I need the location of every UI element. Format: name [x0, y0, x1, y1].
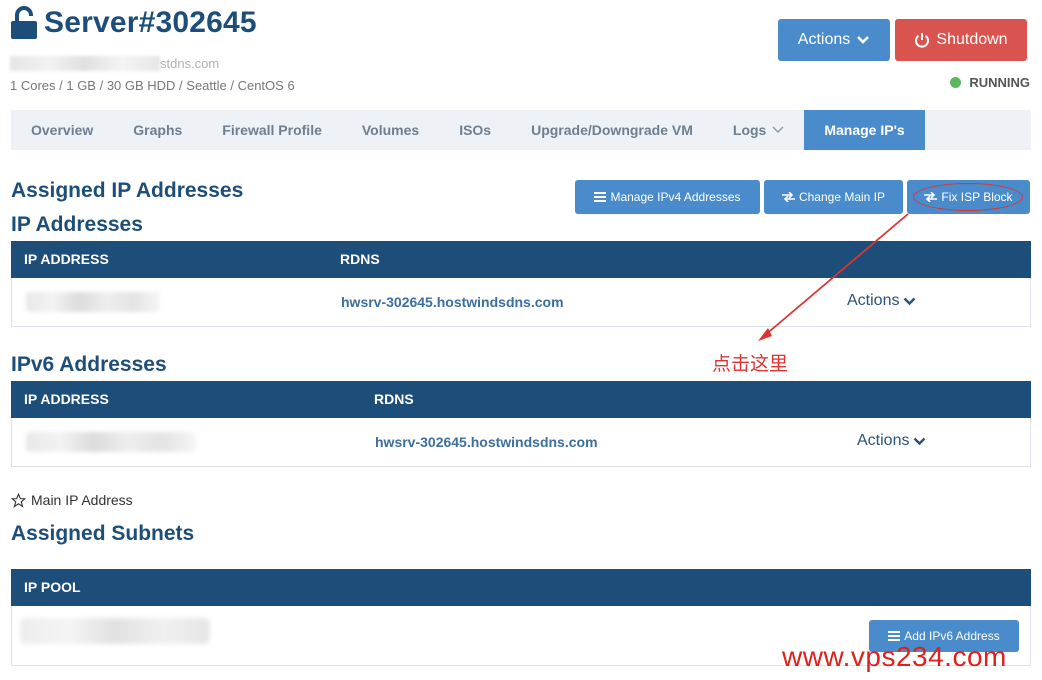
pool-redaction	[20, 618, 210, 644]
row-actions-dropdown[interactable]: Actions	[857, 432, 926, 450]
tab-manage-ips[interactable]: Manage IP's	[804, 110, 925, 150]
exchange-icon	[781, 192, 795, 202]
col-ip-pool: IP POOL	[24, 579, 81, 595]
header-actions: Actions Shutdown	[778, 19, 1027, 61]
actions-dropdown-button[interactable]: Actions	[778, 19, 890, 61]
shutdown-button[interactable]: Shutdown	[895, 19, 1027, 61]
fix-isp-block-button[interactable]: Fix ISP Block	[907, 180, 1030, 214]
unlock-icon	[11, 6, 37, 39]
ipv6-heading: IPv6 Addresses	[11, 353, 167, 376]
tab-overview[interactable]: Overview	[11, 110, 113, 150]
table-row: hwsrv-302645.hostwindsdns.com Actions	[11, 278, 1031, 327]
annotation-highlight-oval	[913, 183, 1023, 211]
col-ip-address: IP ADDRESS	[24, 251, 109, 267]
rdns-value: hwsrv-302645.hostwindsdns.com	[341, 294, 564, 310]
status-badge: RUNNING	[969, 75, 1030, 90]
ip-addresses-heading: IP Addresses	[11, 213, 143, 236]
status-indicator: RUNNING	[950, 75, 1030, 90]
col-rdns: RDNS	[374, 391, 414, 407]
col-ip-address: IP ADDRESS	[24, 391, 109, 407]
tab-logs[interactable]: Logs	[713, 110, 804, 150]
change-main-ip-button[interactable]: Change Main IP	[764, 180, 903, 214]
table-row: hwsrv-302645.hostwindsdns.com Actions	[11, 418, 1031, 467]
rdns-value: hwsrv-302645.hostwindsdns.com	[375, 434, 598, 450]
chevron-down-icon	[914, 437, 926, 445]
tab-logs-label: Logs	[732, 122, 767, 138]
row-actions-dropdown[interactable]: Actions	[847, 292, 916, 310]
ip-button-group: Manage IPv4 Addresses Change Main IP Fix…	[575, 180, 1030, 214]
tab-graphs[interactable]: Graphs	[113, 110, 202, 150]
ipv4-table-header: IP ADDRESS RDNS	[11, 241, 1031, 278]
tab-bar: Overview Graphs Firewall Profile Volumes…	[11, 110, 1031, 150]
chevron-down-icon	[772, 126, 784, 133]
list-icon	[888, 631, 901, 641]
tab-firewall-profile[interactable]: Firewall Profile	[202, 110, 342, 150]
tab-upgrade-downgrade[interactable]: Upgrade/Downgrade VM	[511, 110, 713, 150]
ipv6-table-header: IP ADDRESS RDNS	[11, 381, 1031, 418]
chevron-down-icon	[904, 297, 916, 305]
server-header: Server#302645 stdns.com 1 Cores / 1 GB /…	[10, 6, 295, 93]
page-title: Server#302645	[44, 6, 257, 39]
power-icon	[915, 33, 930, 48]
assigned-ip-heading: Assigned IP Addresses	[11, 179, 244, 202]
hostname-redaction	[10, 56, 160, 71]
list-icon	[594, 192, 607, 202]
server-hostname: stdns.com	[10, 56, 230, 72]
ip-pool-table-header: IP POOL	[11, 569, 1031, 606]
tab-isos[interactable]: ISOs	[439, 110, 511, 150]
main-ip-legend: Main IP Address	[11, 492, 133, 508]
chevron-down-icon	[857, 36, 870, 44]
annotation-click-here: 点击这里	[712, 353, 789, 375]
star-icon	[11, 492, 26, 508]
ip-redaction	[26, 432, 196, 452]
status-dot	[950, 77, 962, 88]
actions-label: Actions	[797, 31, 851, 48]
col-rdns: RDNS	[340, 251, 380, 267]
assigned-subnets-heading: Assigned Subnets	[11, 522, 195, 545]
manage-ipv4-button[interactable]: Manage IPv4 Addresses	[575, 180, 760, 214]
ip-redaction	[26, 292, 160, 312]
watermark: www.vps234.com	[782, 641, 1007, 672]
shutdown-label: Shutdown	[936, 31, 1008, 48]
tab-volumes[interactable]: Volumes	[342, 110, 439, 150]
server-specs: 1 Cores / 1 GB / 30 GB HDD / Seattle / C…	[10, 78, 295, 93]
